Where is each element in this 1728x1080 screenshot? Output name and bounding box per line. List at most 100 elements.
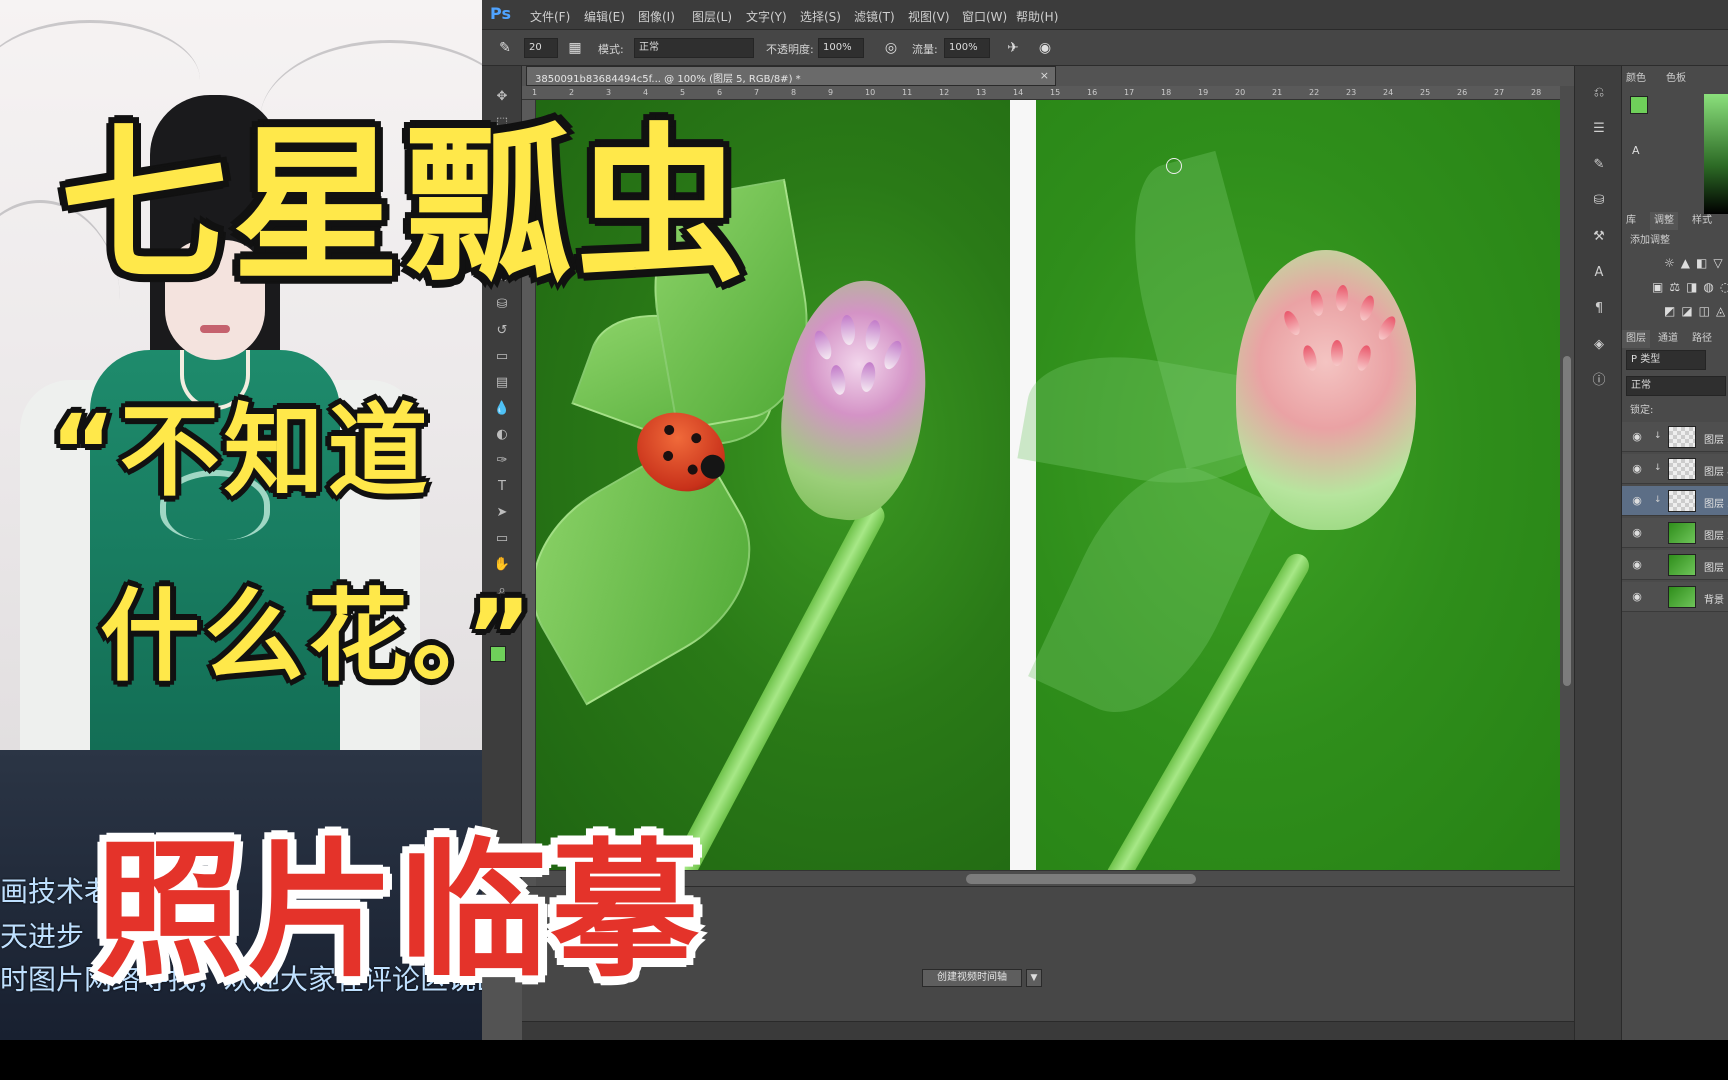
mode-select[interactable]: 正常 — [634, 38, 754, 58]
visibility-eye-icon[interactable]: ◉ — [1630, 590, 1644, 604]
menu-filter[interactable]: 滤镜(T) — [854, 8, 895, 25]
visibility-eye-icon[interactable]: ◉ — [1630, 558, 1644, 572]
painting-artwork — [1017, 100, 1560, 870]
3d-icon[interactable]: ◈ — [1587, 334, 1611, 356]
sketch-leaf — [1028, 440, 1274, 740]
menu-view[interactable]: 视图(V) — [908, 8, 950, 25]
paragraph-icon[interactable]: ¶ — [1587, 298, 1611, 320]
menu-select[interactable]: 选择(S) — [800, 8, 841, 25]
tab-paths[interactable]: 路径 — [1688, 330, 1716, 348]
brush-preset-icon[interactable]: ✎ — [1587, 154, 1611, 176]
ruler-tick-label: 20 — [1235, 88, 1246, 97]
close-icon[interactable]: × — [1040, 69, 1049, 82]
airbrush-icon[interactable]: ✈ — [1002, 38, 1024, 58]
eraser-tool-icon[interactable]: ▭ — [490, 346, 514, 368]
menu-layer[interactable]: 图层(L) — [692, 8, 732, 25]
layer-row[interactable]: ◉ 背景 — [1622, 582, 1728, 612]
info-icon[interactable]: ⓘ — [1587, 370, 1611, 392]
adjustment-icons-row[interactable]: ◩◪◫◬ — [1664, 304, 1728, 318]
layer-row[interactable]: ◉ ↓ 图层 3 — [1622, 422, 1728, 452]
tab-color[interactable]: 颜色 — [1622, 70, 1650, 88]
layer-row[interactable]: ◉ ↓ 图层 4 — [1622, 454, 1728, 484]
adjustment-icons-row[interactable]: ☼▲◧▽ — [1664, 256, 1728, 270]
clip-link-icon: ↓ — [1654, 495, 1662, 505]
ruler-tick-label: 23 — [1346, 88, 1357, 97]
tab-swatches[interactable]: 色板 — [1662, 70, 1690, 88]
ruler-tick-label: 8 — [791, 88, 797, 97]
menu-type[interactable]: 文字(Y) — [746, 8, 787, 25]
ruler-tick-label: 28 — [1531, 88, 1542, 97]
vertical-scroll-thumb[interactable] — [1563, 356, 1571, 686]
horizontal-scroll-thumb[interactable] — [966, 874, 1196, 884]
adjustments-title: 添加调整 — [1630, 235, 1670, 246]
quote-line: 什么花。” — [100, 578, 536, 695]
flow-input[interactable]: 100% — [944, 38, 990, 58]
create-video-timeline-button[interactable]: 创建视频时间轴 — [922, 969, 1022, 987]
clone-source-icon[interactable]: ⛁ — [1587, 190, 1611, 212]
tab-adjustments[interactable]: 调整 — [1650, 212, 1678, 230]
menu-bar: Ps 文件(F) 编辑(E) 图像(I) 图层(L) 文字(Y) 选择(S) 滤… — [482, 0, 1728, 30]
menu-window[interactable]: 窗口(W) — [962, 8, 1007, 25]
layer-row[interactable]: ◉ ↓ 图层 5 — [1622, 486, 1728, 516]
menu-help[interactable]: 帮助(H) — [1016, 8, 1058, 25]
ruler-tick-label: 17 — [1124, 88, 1135, 97]
pressure-opacity-icon[interactable]: ◎ — [880, 38, 902, 58]
tab-libraries[interactable]: 库 — [1622, 212, 1640, 230]
ladybug-head — [696, 450, 729, 483]
ruler-tick-label: 9 — [828, 88, 834, 97]
canvas-divider — [1010, 100, 1036, 870]
brush-size-picker[interactable]: 20 — [524, 38, 558, 58]
shape-tool-icon[interactable]: ▭ — [490, 528, 514, 550]
visibility-eye-icon[interactable]: ◉ — [1630, 462, 1644, 476]
properties-icon[interactable]: ☰ — [1587, 118, 1611, 140]
type-tool-icon[interactable]: T — [490, 476, 514, 498]
history-brush-icon[interactable]: ↺ — [490, 320, 514, 342]
options-bar: ✎ 20 ▦ 模式: 正常 不透明度: 100% ◎ 流量: 100% ✈ ◉ — [482, 30, 1728, 66]
painted-petal — [1331, 340, 1343, 366]
visibility-eye-icon[interactable]: ◉ — [1630, 430, 1644, 444]
pen-tool-icon[interactable]: ✑ — [490, 450, 514, 472]
visibility-eye-icon[interactable]: ◉ — [1630, 526, 1644, 540]
pressure-size-icon[interactable]: ◉ — [1034, 38, 1056, 58]
tool-preset-icon[interactable]: ⚒ — [1587, 226, 1611, 248]
ladybug-spot — [689, 431, 703, 445]
opacity-input[interactable]: 100% — [818, 38, 864, 58]
visibility-eye-icon[interactable]: ◉ — [1630, 494, 1644, 508]
vertical-scrollbar[interactable] — [1560, 86, 1574, 886]
layer-row[interactable]: ◉ 图层 2 — [1622, 518, 1728, 548]
chevron-down-icon[interactable]: ▼ — [1026, 969, 1042, 987]
ruler-tick-label: 16 — [1087, 88, 1098, 97]
tab-channels[interactable]: 通道 — [1654, 330, 1682, 348]
adjustment-icons-row[interactable]: ▣⚖◨◍◌ — [1652, 280, 1728, 294]
ruler-tick-label: 18 — [1161, 88, 1172, 97]
gradient-tool-icon[interactable]: ▤ — [490, 372, 514, 394]
menu-image[interactable]: 图像(I) — [638, 8, 675, 25]
clip-link-icon: ↓ — [1654, 431, 1662, 441]
mode-label: 模式: — [598, 43, 624, 56]
path-select-icon[interactable]: ➤ — [490, 502, 514, 524]
layer-row[interactable]: ◉ 图层 1 — [1622, 550, 1728, 580]
menu-file[interactable]: 文件(F) — [530, 8, 570, 25]
tab-styles[interactable]: 样式 — [1688, 212, 1716, 230]
blend-mode-select[interactable]: 正常 — [1626, 376, 1726, 396]
layer-name: 图层 2 — [1704, 531, 1728, 542]
figure-lips — [200, 325, 230, 333]
ps-logo-icon: Ps — [490, 4, 511, 23]
clip-link-icon: ↓ — [1654, 463, 1662, 473]
tab-layers[interactable]: 图层 — [1622, 330, 1650, 348]
video-subtitle: 照片临摹 — [95, 825, 703, 997]
dodge-tool-icon[interactable]: ◐ — [490, 424, 514, 446]
layer-filter-select[interactable]: P 类型 — [1626, 350, 1706, 370]
panel-foreground-swatch[interactable] — [1630, 96, 1648, 114]
color-spectrum[interactable] — [1704, 94, 1728, 214]
brush-panel-icon[interactable]: ▦ — [564, 38, 586, 58]
menu-edit[interactable]: 编辑(E) — [584, 8, 625, 25]
history-icon[interactable]: ⎌ — [1587, 82, 1611, 104]
blur-tool-icon[interactable]: 💧 — [490, 398, 514, 420]
character-icon[interactable]: A — [1587, 262, 1611, 284]
brush-tool-icon[interactable]: ✎ — [494, 38, 516, 58]
panel-dock: ⎌ ☰ ✎ ⛁ ⚒ A ¶ ◈ ⓘ — [1574, 66, 1622, 1040]
ruler-tick-label: 27 — [1494, 88, 1505, 97]
quote-line: “不知道 — [50, 393, 432, 510]
ruler-tick-label: 24 — [1383, 88, 1394, 97]
